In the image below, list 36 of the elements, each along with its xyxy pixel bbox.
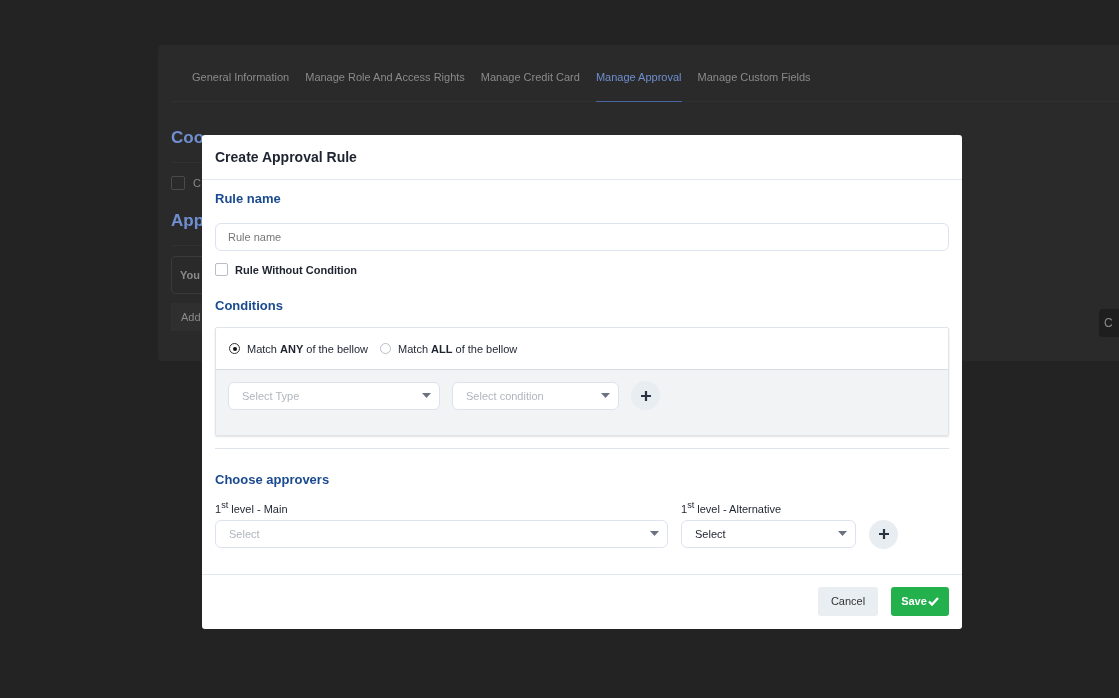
section-heading: Conditions — [215, 298, 283, 314]
plus-icon — [878, 529, 889, 540]
caret-icon — [601, 393, 610, 398]
radio-label: Match ALL of the bellow — [398, 342, 518, 355]
checkbox[interactable] — [171, 176, 185, 190]
tab[interactable]: Manage Approval — [595, 45, 682, 102]
tab[interactable]: Manage Role And Access Rights — [305, 45, 465, 101]
field-label: 1$^{st}$ level - Alternative — [681, 500, 783, 515]
caret-icon — [838, 531, 847, 537]
section-heading: Rule name — [215, 191, 281, 207]
checkbox-label: Rule Without Condition — [235, 263, 358, 276]
caret-icon — [422, 393, 431, 398]
section-heading: Choose approvers — [215, 472, 330, 488]
save-button[interactable]: Save — [891, 586, 949, 616]
plus-icon — [640, 390, 651, 401]
add-button[interactable] — [631, 381, 660, 410]
rule-name-field[interactable]: Rule name — [215, 223, 949, 251]
action-button[interactable]: C — [1099, 309, 1119, 337]
condition-select[interactable]: Select condition — [452, 381, 619, 410]
add-button[interactable] — [869, 519, 898, 549]
type-select[interactable]: Select Type — [228, 381, 440, 410]
check-icon — [927, 596, 939, 606]
tab[interactable]: General Information — [192, 45, 290, 101]
approver-select[interactable]: Select — [681, 519, 856, 548]
section-heading: App — [171, 211, 205, 231]
cancel-button[interactable]: Cancel — [818, 586, 878, 616]
section-heading: Coo — [171, 128, 205, 148]
caret-icon — [650, 531, 659, 537]
tab[interactable]: Manage Credit Card — [480, 45, 580, 101]
tab[interactable]: Manage Custom Fields — [697, 45, 811, 101]
approver-select[interactable]: Select — [215, 519, 668, 548]
checkbox[interactable] — [215, 263, 228, 276]
field-label: 1$^{st}$ level - Main — [215, 500, 289, 515]
checkbox-label: C — [193, 177, 201, 189]
radio-label: Match ANY of the bellow — [247, 342, 369, 355]
dialog-title: Create Approval Rule — [215, 149, 357, 165]
